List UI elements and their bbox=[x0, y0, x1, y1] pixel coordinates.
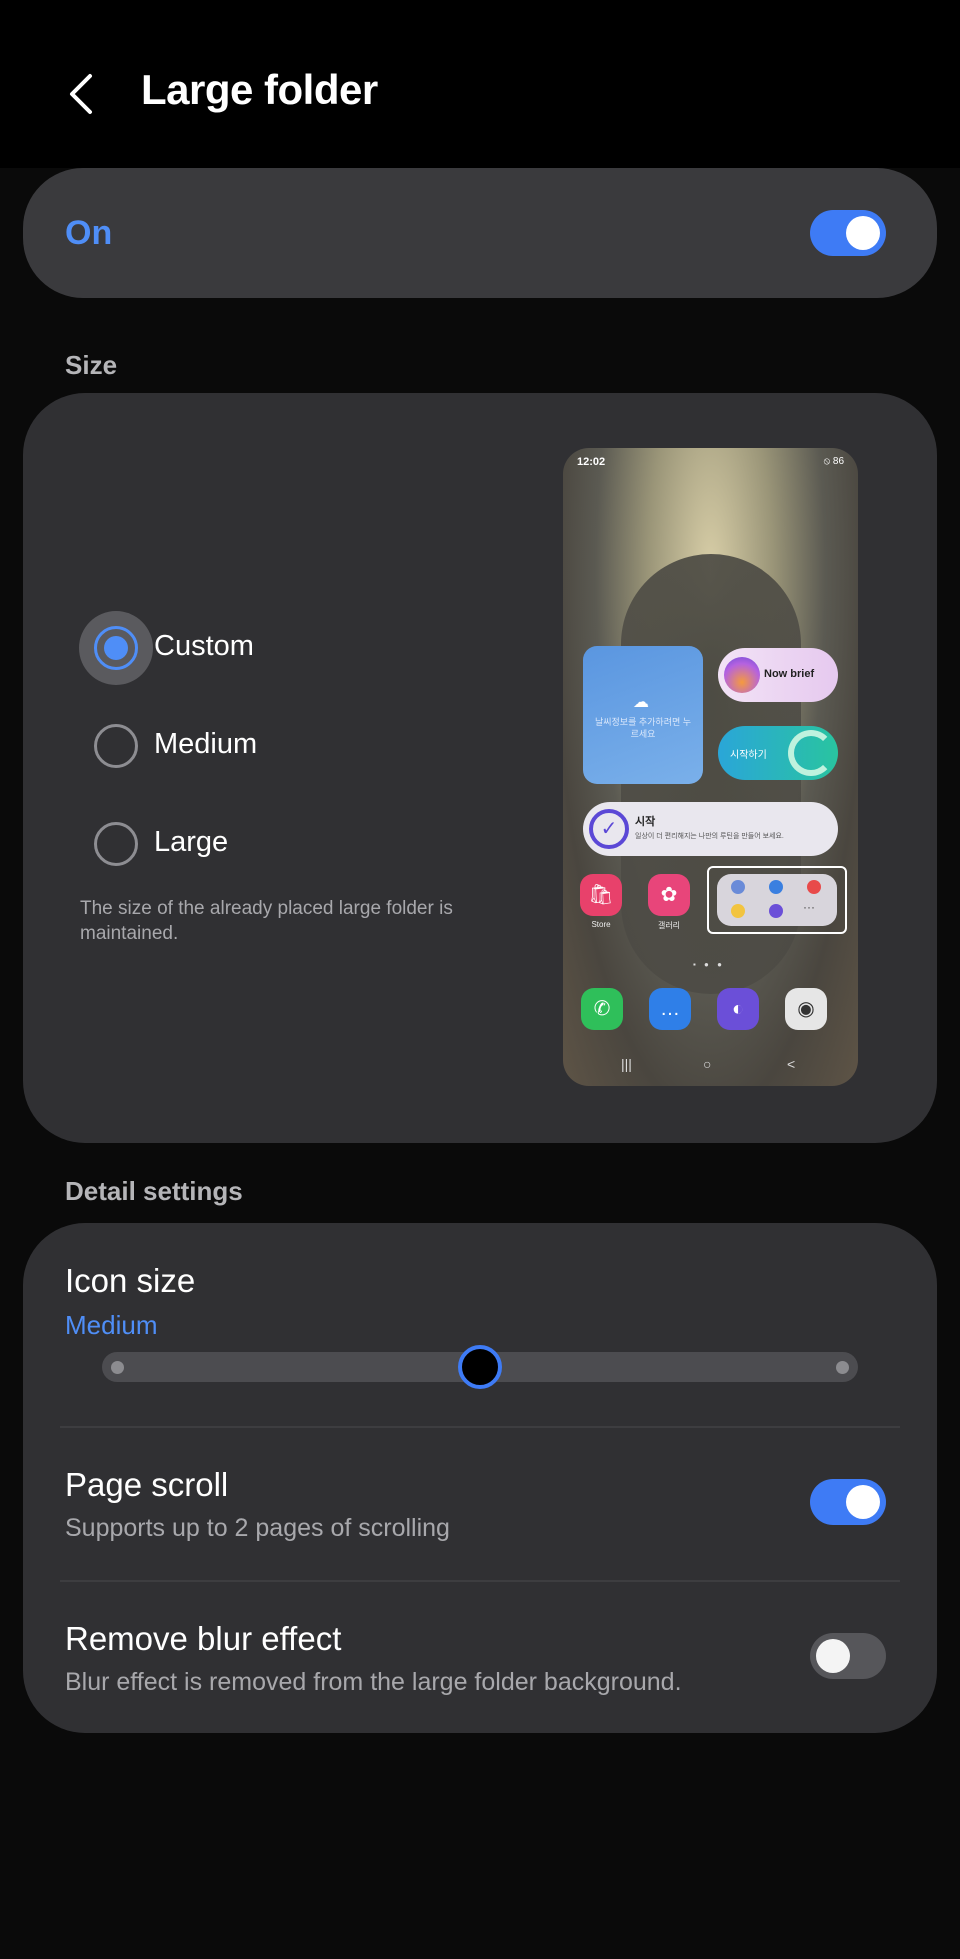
page-indicator: ▪ ● ● bbox=[693, 960, 725, 969]
start-label: 시작하기 bbox=[730, 750, 767, 761]
remove-blur-title: Remove blur effect bbox=[65, 1620, 342, 1657]
back-icon: < bbox=[787, 1056, 796, 1072]
app-bar: Large folder bbox=[0, 0, 960, 168]
remove-blur-subtitle: Blur effect is removed from the large fo… bbox=[65, 1668, 682, 1696]
camera-icon: ◉ bbox=[785, 988, 827, 1030]
recents-icon: ||| bbox=[621, 1056, 632, 1072]
store-icon: 🛍 bbox=[580, 874, 622, 916]
master-toggle[interactable] bbox=[810, 210, 886, 256]
routine-title: 시작 bbox=[635, 816, 656, 828]
weather-widget: ☁ 날씨정보를 추가하려면 누르세요 bbox=[583, 646, 703, 784]
slider-thumb[interactable] bbox=[458, 1345, 502, 1389]
home-screen-preview: 12:02 ⦸ 86 ☁ 날씨정보를 추가하려면 누르세요 Now brief … bbox=[563, 448, 858, 1086]
remove-blur-toggle[interactable] bbox=[810, 1633, 886, 1679]
status-icons: ⦸ 86 bbox=[823, 456, 844, 467]
radio-option-custom[interactable]: Custom bbox=[70, 611, 470, 685]
slider-tick-min bbox=[111, 1361, 124, 1374]
detail-section-label: Detail settings bbox=[65, 1176, 243, 1206]
large-folder-selection: ··· bbox=[707, 866, 847, 934]
master-switch-row[interactable]: On bbox=[23, 168, 937, 298]
radio-label: Medium bbox=[154, 728, 258, 760]
home-icon: ○ bbox=[703, 1056, 712, 1072]
icon-size-title: Icon size bbox=[65, 1262, 196, 1299]
now-brief-label: Now brief bbox=[764, 668, 815, 680]
divider bbox=[60, 1580, 900, 1582]
radio-button-checked[interactable] bbox=[94, 626, 138, 670]
page-scroll-title: Page scroll bbox=[65, 1466, 229, 1503]
page-title: Large folder bbox=[141, 66, 378, 113]
status-time: 12:02 bbox=[577, 456, 606, 468]
radio-label: Custom bbox=[154, 630, 254, 662]
radio-button[interactable] bbox=[94, 724, 138, 768]
slider-tick-max bbox=[836, 1361, 849, 1374]
page-scroll-toggle[interactable] bbox=[810, 1479, 886, 1525]
weather-text: 날씨정보를 추가하려면 누르세요 bbox=[594, 717, 692, 739]
icon-size-value: Medium bbox=[65, 1310, 158, 1340]
start-widget: 시작하기 bbox=[718, 726, 838, 780]
gallery-icon: ✿ bbox=[648, 874, 690, 916]
page-scroll-subtitle: Supports up to 2 pages of scrolling bbox=[65, 1514, 450, 1542]
app-label: Store bbox=[591, 920, 611, 929]
messages-icon: … bbox=[649, 988, 691, 1030]
routine-widget: ✓ 시작 일상이 더 편리해지는 나만의 루틴을 만들어 보세요. bbox=[583, 802, 838, 856]
app-label: 갤러리 bbox=[657, 921, 681, 930]
weather-icon: ☁ bbox=[633, 694, 649, 711]
back-button[interactable] bbox=[62, 68, 106, 120]
routine-subtitle: 일상이 더 편리해지는 나만의 루틴을 만들어 보세요. bbox=[635, 833, 784, 840]
radio-option-medium[interactable]: Medium bbox=[70, 716, 470, 776]
nav-bar: ||| ○ < bbox=[563, 1056, 858, 1080]
check-circle-icon: ✓ bbox=[589, 809, 629, 849]
radio-label: Large bbox=[154, 826, 229, 858]
now-brief-widget: Now brief bbox=[718, 648, 838, 702]
divider bbox=[60, 1426, 900, 1428]
phone-icon: ✆ bbox=[581, 988, 623, 1030]
toggle-knob bbox=[816, 1639, 850, 1673]
swirl-icon bbox=[788, 730, 834, 776]
size-note: The size of the already placed large fol… bbox=[80, 898, 453, 944]
master-switch-label: On bbox=[65, 214, 113, 252]
internet-icon: ◐ bbox=[717, 988, 759, 1030]
size-section-label: Size bbox=[65, 350, 118, 380]
more-icon: ··· bbox=[803, 900, 815, 914]
chevron-left-icon bbox=[70, 74, 92, 114]
radio-option-large[interactable]: Large bbox=[70, 814, 470, 874]
radio-button[interactable] bbox=[94, 822, 138, 866]
now-brief-icon bbox=[724, 657, 760, 693]
large-folder: ··· bbox=[717, 874, 837, 926]
toggle-knob bbox=[846, 216, 880, 250]
toggle-knob bbox=[846, 1485, 880, 1519]
